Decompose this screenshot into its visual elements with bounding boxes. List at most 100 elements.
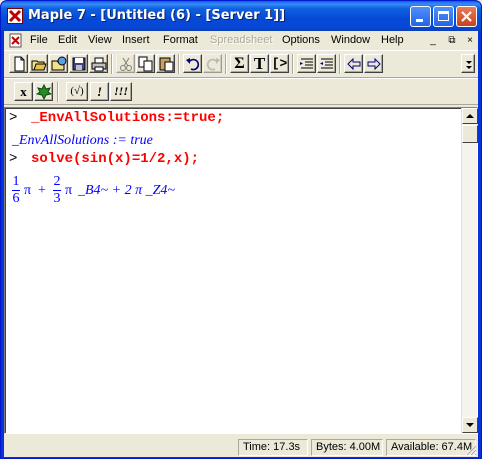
worksheet[interactable]: > _EnvAllSolutions:=true; _EnvAllSolutio… — [4, 107, 478, 434]
execute-button[interactable]: ! — [90, 82, 109, 101]
indent-button[interactable] — [297, 54, 316, 73]
text-button[interactable]: T — [250, 54, 269, 73]
toolbar-separator — [292, 54, 294, 74]
check-icon: (√) — [70, 85, 84, 97]
outdent-icon — [320, 58, 333, 69]
menu-file[interactable]: File — [30, 33, 48, 48]
client-area: File Edit View Insert Format Spreadsheet… — [4, 31, 478, 457]
maple-window: Maple 7 - [Untitled (6) - [Server 1]] Fi… — [0, 0, 482, 459]
mdi-minimize-button[interactable]: _ — [426, 34, 440, 47]
scroll-up-button[interactable] — [462, 108, 478, 124]
menu-edit[interactable]: Edit — [58, 33, 77, 48]
fraction-denominator: 3 — [53, 191, 61, 206]
maple-input-line[interactable]: _EnvAllSolutions:=true; — [31, 110, 224, 126]
maple-input-button[interactable] — [34, 82, 53, 101]
document-icon[interactable] — [8, 33, 24, 48]
maple-input-line[interactable]: solve(sin(x)=1/2,x); — [31, 151, 199, 167]
maple-leaf-icon — [36, 84, 52, 100]
outdent-button[interactable] — [317, 54, 336, 73]
prompt-button[interactable]: [> — [270, 54, 289, 73]
prompt-marker: > — [9, 110, 18, 126]
maximize-button[interactable] — [433, 6, 454, 27]
indent-icon — [300, 58, 313, 69]
toolbar-separator — [178, 54, 180, 74]
status-bytes: Bytes: 4.00M — [311, 439, 383, 456]
status-time: Time: 17.3s — [238, 439, 308, 456]
scroll-thumb[interactable] — [462, 125, 478, 143]
sum-icon: Σ — [234, 55, 245, 72]
chevron-up-icon — [466, 114, 474, 118]
open-url-button[interactable] — [49, 54, 68, 73]
close-button[interactable] — [456, 6, 477, 27]
cut-icon — [120, 57, 132, 71]
solution-terms: _B4~ + 2 π _Z4~ — [78, 183, 175, 198]
paste-button[interactable] — [156, 54, 175, 73]
back-button[interactable] — [344, 54, 363, 73]
triple-exclamation-icon: !!! — [113, 84, 128, 98]
scroll-down-button[interactable] — [462, 417, 478, 433]
math-input-button[interactable]: x — [14, 82, 33, 101]
toolbar-separator — [225, 54, 227, 74]
context-toolbar: x (√) ! !!! — [4, 78, 478, 105]
menu-bar: File Edit View Insert Format Spreadsheet… — [4, 31, 478, 50]
maple-leaf-icon[interactable] — [7, 8, 23, 24]
menu-view[interactable]: View — [88, 33, 112, 48]
new-button[interactable] — [9, 54, 28, 73]
chevron-down-icon — [466, 423, 474, 427]
redo-button[interactable] — [203, 54, 222, 73]
execute-all-button[interactable]: !!! — [110, 82, 132, 101]
maple-output-line: _EnvAllSolutions := true — [12, 133, 153, 148]
resize-grip-icon[interactable] — [465, 444, 477, 456]
toolbar-overflow-button[interactable] — [461, 54, 475, 73]
chevron-down-icon — [466, 61, 472, 69]
toolbar-separator — [339, 54, 341, 74]
pi-symbol: π — [65, 183, 73, 198]
paste-icon — [159, 57, 174, 72]
fraction-denominator: 6 — [12, 191, 20, 206]
mdi-close-button[interactable]: × — [463, 34, 477, 47]
x-icon: x — [20, 84, 27, 99]
back-arrow-icon — [347, 57, 361, 71]
print-button[interactable] — [89, 54, 108, 73]
undo-button[interactable] — [183, 54, 202, 73]
menu-format[interactable]: Format — [163, 33, 198, 48]
menu-insert[interactable]: Insert — [122, 33, 150, 48]
forward-arrow-icon — [367, 57, 381, 71]
mdi-restore-button[interactable]: ⧉ — [445, 34, 459, 47]
title-bar[interactable]: Maple 7 - [Untitled (6) - [Server 1]] — [1, 1, 481, 31]
minimize-icon — [416, 19, 423, 22]
menu-options[interactable]: Options — [282, 33, 320, 48]
redo-icon — [206, 58, 220, 71]
save-icon — [72, 57, 86, 71]
open-icon — [31, 60, 47, 71]
exclamation-icon: ! — [96, 84, 103, 99]
menu-help[interactable]: Help — [381, 33, 404, 48]
pi-symbol: π — [24, 183, 32, 198]
forward-button[interactable] — [364, 54, 383, 73]
cut-button[interactable] — [116, 54, 135, 73]
save-button[interactable] — [69, 54, 88, 73]
check-syntax-button[interactable]: (√) — [66, 82, 88, 101]
status-available: Available: 67.4M — [386, 439, 476, 456]
main-toolbar: Σ T [> — [4, 50, 478, 78]
toolbar-separator — [111, 54, 113, 74]
open-button[interactable] — [29, 54, 48, 73]
text-icon: T — [253, 54, 266, 73]
undo-icon — [186, 58, 200, 71]
window-title: Maple 7 - [Untitled (6) - [Server 1]] — [28, 8, 286, 23]
minimize-button[interactable] — [410, 6, 431, 27]
new-icon — [14, 56, 25, 72]
status-bar: Time: 17.3s Bytes: 4.00M Available: 67.4… — [4, 436, 478, 457]
menu-spreadsheet: Spreadsheet — [210, 34, 273, 46]
toolbar-separator — [57, 82, 59, 102]
prompt-marker: > — [9, 151, 18, 167]
menu-window[interactable]: Window — [331, 33, 370, 48]
copy-icon — [138, 56, 153, 72]
vertical-scrollbar[interactable] — [461, 108, 478, 433]
maximize-icon — [438, 11, 449, 21]
plus-sign: + — [38, 183, 46, 198]
copy-button[interactable] — [136, 54, 155, 73]
fraction-numerator: 2 — [53, 174, 61, 189]
sum-button[interactable]: Σ — [230, 54, 249, 73]
fraction-numerator: 1 — [12, 174, 20, 189]
